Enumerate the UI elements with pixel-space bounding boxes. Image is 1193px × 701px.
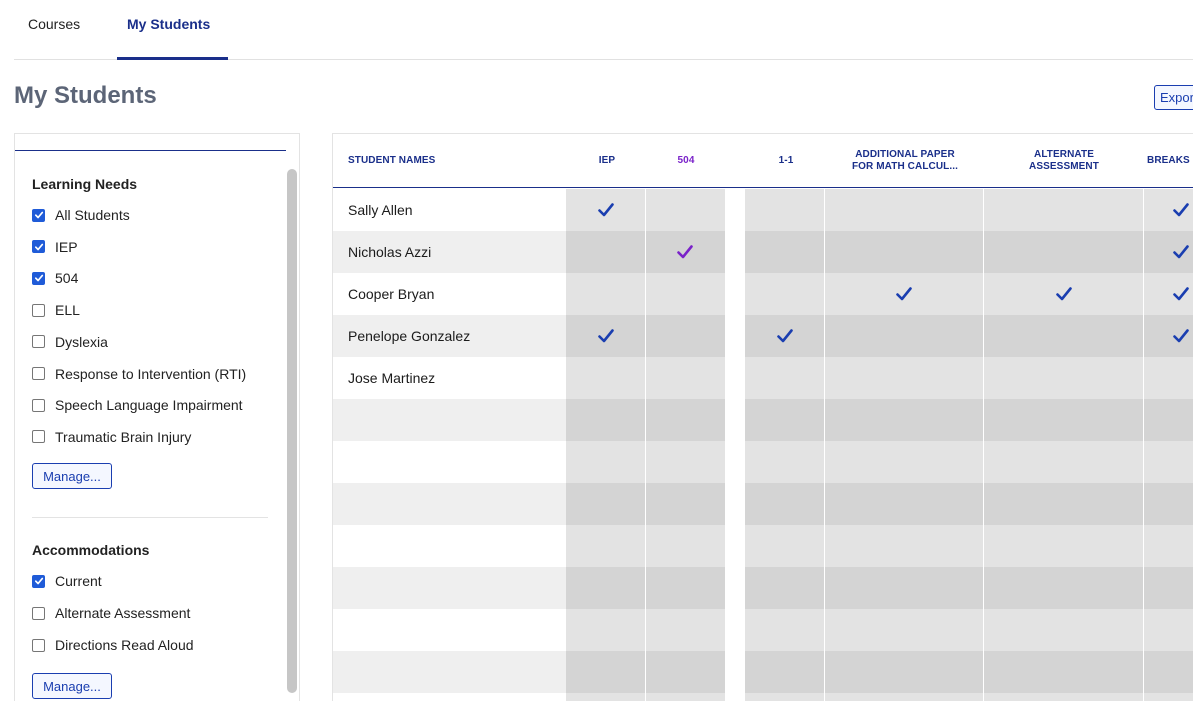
header-additional-paper-line2: FOR MATH CALCUL... [851, 161, 959, 172]
checkbox-icon[interactable] [32, 398, 45, 412]
accommodation-option-label: Current [55, 573, 102, 589]
grid-header: STUDENT NAMES IEP 504 1-1 ADDITIONAL PAP… [333, 134, 1193, 188]
sidebar-scrollbar[interactable] [287, 169, 297, 693]
manage-accommodations-button[interactable]: Manage... [32, 673, 112, 699]
header-504[interactable]: 504 [646, 134, 726, 188]
accommodation-option-label: Alternate Assessment [55, 605, 191, 621]
column-shade-1-1 [745, 189, 825, 701]
checkbox-icon[interactable] [32, 208, 45, 222]
filter-sidebar: Learning Needs All Students IEP 504 ELL Dysl… [14, 133, 300, 701]
learning-needs-title: Learning Needs [32, 176, 138, 192]
checkbox-icon[interactable] [32, 240, 45, 254]
student-name[interactable]: Penelope Gonzalez [348, 315, 470, 357]
header-1-1[interactable]: 1-1 [746, 134, 826, 188]
header-alternate-line2: ASSESSMENT [1029, 161, 1099, 172]
accommodations-title: Accommodations [32, 542, 150, 558]
checkbox-icon[interactable] [32, 367, 45, 380]
header-breaks[interactable]: BREAKS [1147, 134, 1193, 188]
header-alternate-line1: ALTERNATE [1034, 149, 1094, 160]
learning-need-option[interactable]: Response to Intervention (RTI) [32, 364, 246, 384]
column-shade-alternate [984, 189, 1144, 701]
learning-need-option-label: Response to Intervention (RTI) [55, 365, 247, 382]
checkbox-icon[interactable] [32, 303, 45, 317]
header-additional-paper[interactable]: ADDITIONAL PAPER FOR MATH CALCUL... [826, 134, 984, 188]
manage-learning-needs-button[interactable]: Manage... [32, 463, 112, 489]
student-name[interactable]: Jose Martinez [348, 357, 435, 399]
check-icon [1173, 287, 1189, 301]
check-icon [1173, 329, 1189, 343]
student-name[interactable]: Cooper Bryan [348, 273, 434, 315]
learning-need-option[interactable]: 504 [32, 268, 78, 288]
check-icon [1056, 287, 1072, 301]
column-shade-iep [566, 189, 646, 701]
accommodation-option[interactable]: Current [32, 571, 102, 591]
learning-need-option-label: 504 [55, 270, 79, 287]
check-icon [677, 245, 693, 259]
checkbox-icon[interactable] [32, 606, 45, 620]
active-tab-indicator [117, 57, 228, 60]
top-nav: Courses My Students [0, 0, 1193, 61]
sidebar-section-divider [32, 517, 268, 518]
students-grid: STUDENT NAMES IEP 504 1-1 ADDITIONAL PAP… [332, 133, 1193, 701]
learning-need-option[interactable]: Dyslexia [32, 332, 108, 352]
export-button[interactable]: Export [1154, 85, 1193, 110]
column-separator [1143, 189, 1144, 701]
learning-need-option[interactable]: IEP [32, 237, 78, 257]
column-separator [645, 189, 646, 701]
accommodation-option[interactable]: Directions Read Aloud [32, 635, 194, 655]
column-shade-breaks [1144, 189, 1193, 701]
check-icon [598, 203, 614, 217]
accommodation-option[interactable]: Alternate Assessment [32, 603, 190, 623]
checkbox-icon[interactable] [32, 638, 45, 652]
column-shade-additional-paper [825, 189, 983, 701]
checkbox-icon[interactable] [32, 430, 45, 444]
header-additional-paper-line1: ADDITIONAL PAPER [855, 149, 955, 160]
header-student-names[interactable]: STUDENT NAMES [348, 134, 548, 188]
learning-need-option-label: All Students [55, 207, 130, 223]
check-icon [598, 329, 614, 343]
learning-need-option-label: Dyslexia [55, 333, 108, 350]
checkbox-icon[interactable] [32, 574, 45, 588]
sidebar-top-rule [15, 150, 286, 151]
learning-need-option-label: Speech Language Impairment [55, 397, 243, 414]
check-icon [777, 329, 793, 343]
check-icon [1173, 245, 1189, 259]
tab-courses[interactable]: Courses [28, 16, 80, 32]
student-name[interactable]: Sally Allen [348, 189, 413, 231]
learning-need-option[interactable]: Speech Language Impairment [32, 395, 243, 415]
checkbox-icon[interactable] [32, 335, 45, 349]
header-alternate-assessment[interactable]: ALTERNATE ASSESSMENT [984, 134, 1144, 188]
learning-need-option[interactable]: All Students [32, 205, 130, 225]
learning-need-option-label: Traumatic Brain Injury [55, 428, 192, 445]
column-separator [983, 189, 984, 701]
check-icon [896, 287, 912, 301]
column-gap [725, 189, 745, 701]
learning-need-option[interactable]: ELL [32, 300, 80, 320]
checkbox-icon[interactable] [32, 271, 45, 285]
page-title: My Students [14, 82, 157, 109]
student-name[interactable]: Nicholas Azzi [348, 231, 431, 273]
accommodation-option-label: Directions Read Aloud [55, 637, 194, 653]
learning-need-option-label: IEP [55, 238, 78, 255]
learning-need-option[interactable]: Traumatic Brain Injury [32, 427, 191, 447]
check-icon [1173, 203, 1189, 217]
learning-need-option-label: ELL [55, 302, 80, 319]
column-shade-504 [646, 189, 725, 701]
tab-my-students[interactable]: My Students [127, 16, 210, 32]
column-separator [824, 189, 825, 701]
header-iep[interactable]: IEP [567, 134, 647, 188]
